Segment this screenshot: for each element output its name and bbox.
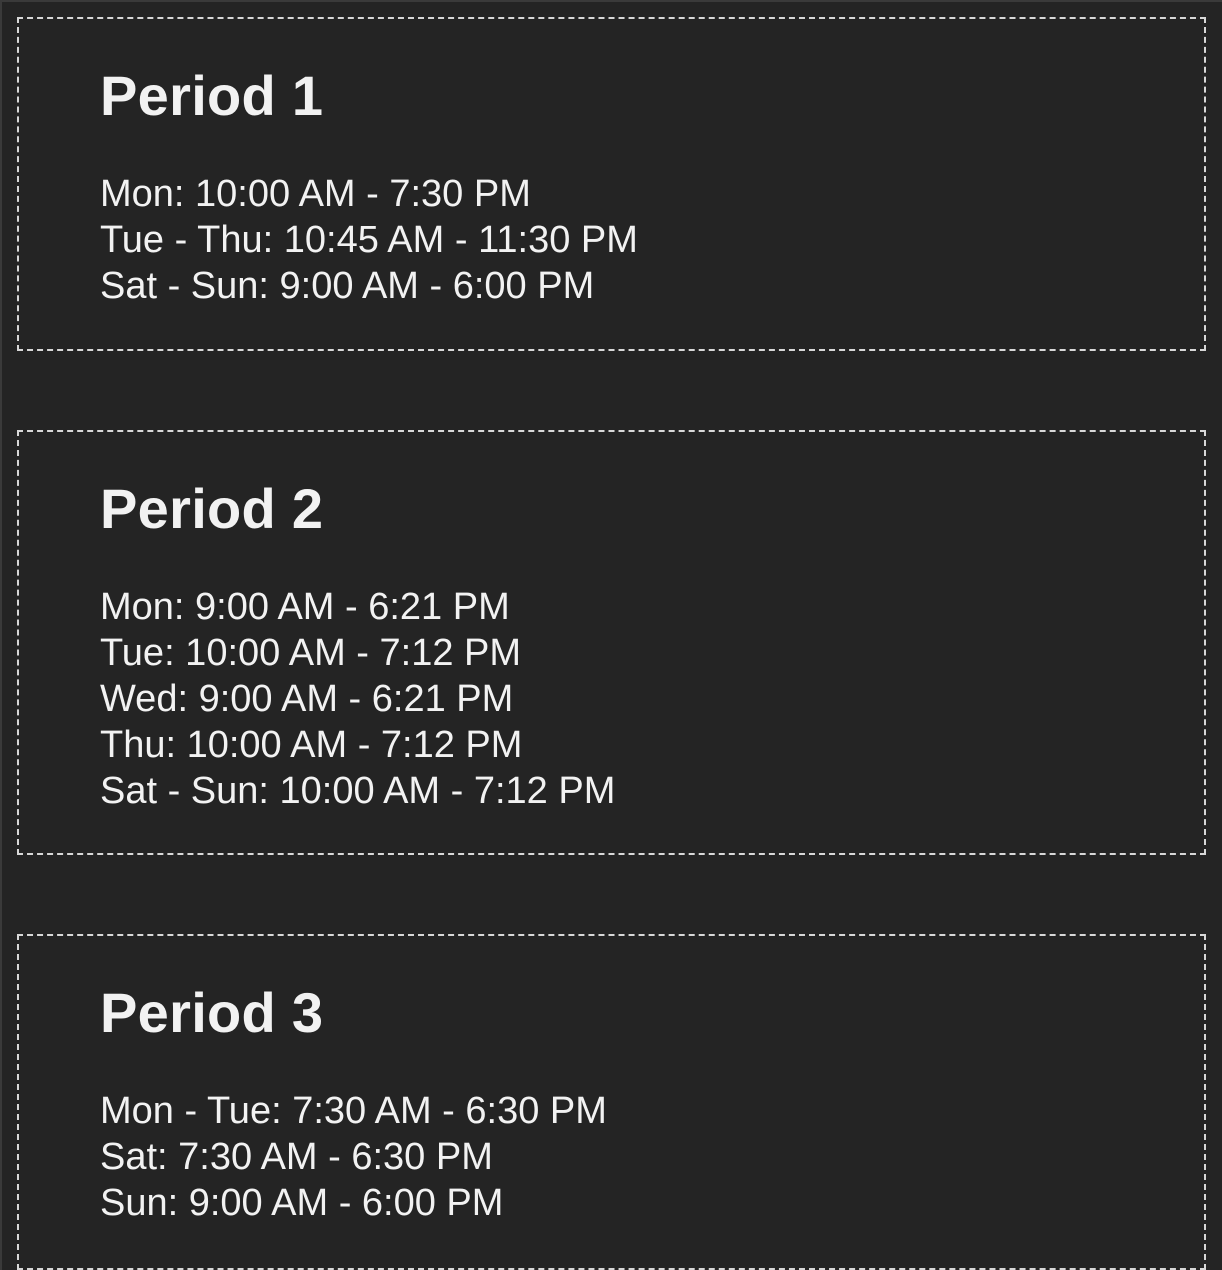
schedule-entry: Mon: 10:00 AM - 7:30 PM [100, 173, 531, 215]
period-title: Period 3 [100, 981, 324, 1044]
schedule-entry: Mon - Tue: 7:30 AM - 6:30 PM [100, 1090, 607, 1132]
schedule-entry: Wed: 9:00 AM - 6:21 PM [100, 678, 514, 720]
schedule-entry: Sat - Sun: 9:00 AM - 6:00 PM [100, 265, 595, 307]
period-title: Period 2 [100, 477, 324, 540]
period-card: Period 3 Mon - Tue: 7:30 AM - 6:30 PM Sa… [17, 934, 1206, 1270]
schedule-list: Mon: 9:00 AM - 6:21 PM Tue: 10:00 AM - 7… [100, 584, 615, 814]
schedule-list: Mon: 10:00 AM - 7:30 PM Tue - Thu: 10:45… [100, 171, 638, 309]
schedule-entry: Sat - Sun: 10:00 AM - 7:12 PM [100, 770, 616, 812]
schedule-entry: Sat: 7:30 AM - 6:30 PM [100, 1136, 493, 1178]
period-card: Period 2 Mon: 9:00 AM - 6:21 PM Tue: 10:… [17, 430, 1206, 855]
schedule-entry: Sun: 9:00 AM - 6:00 PM [100, 1182, 504, 1224]
schedule-entry: Tue - Thu: 10:45 AM - 11:30 PM [100, 219, 638, 261]
period-card: Period 1 Mon: 10:00 AM - 7:30 PM Tue - T… [17, 17, 1206, 351]
schedule-list: Mon - Tue: 7:30 AM - 6:30 PM Sat: 7:30 A… [100, 1088, 607, 1226]
period-title: Period 1 [100, 64, 324, 127]
schedule-entry: Mon: 9:00 AM - 6:21 PM [100, 586, 510, 628]
schedule-entry: Tue: 10:00 AM - 7:12 PM [100, 632, 522, 674]
schedule-entry: Thu: 10:00 AM - 7:12 PM [100, 724, 523, 766]
